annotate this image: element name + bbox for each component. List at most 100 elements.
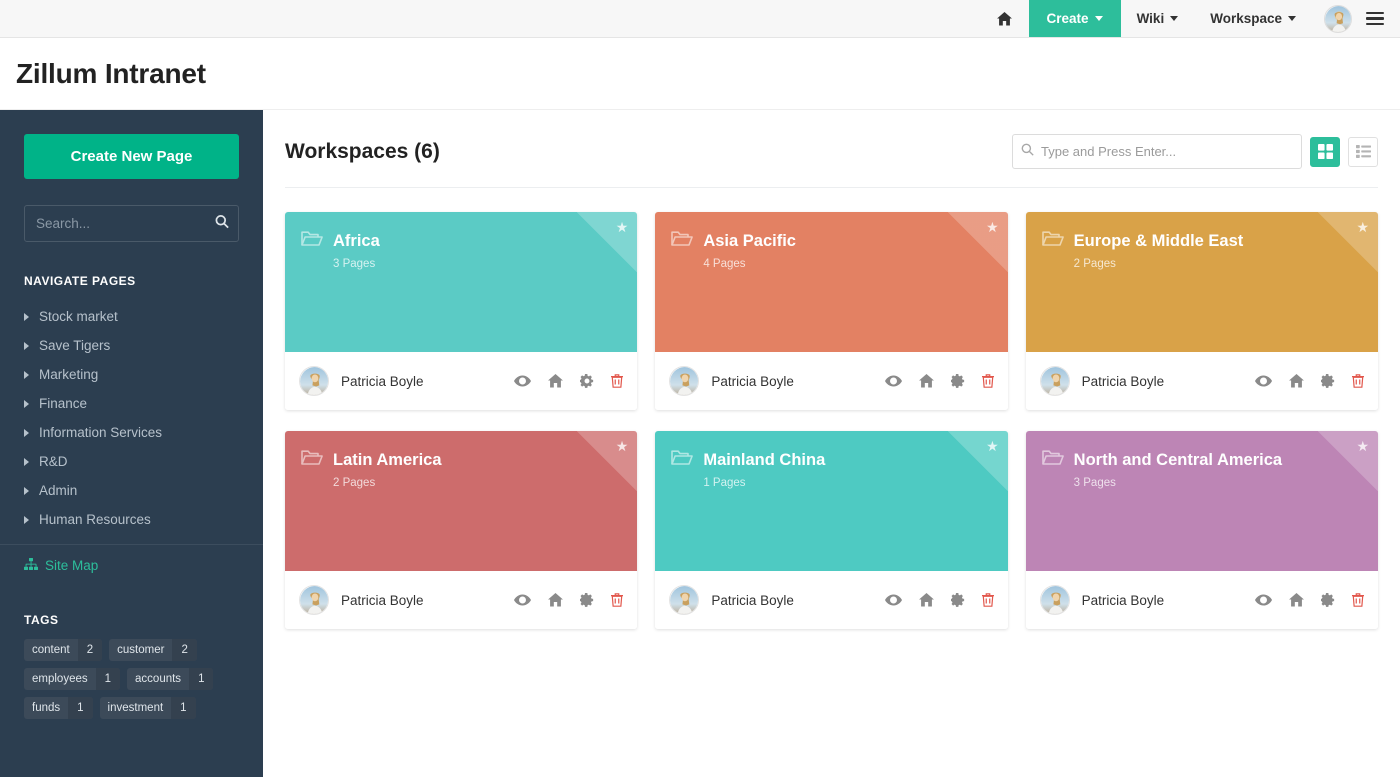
top-navigation-bar: Create Wiki Workspace (0, 0, 1400, 38)
tag-label: content (24, 639, 78, 661)
sidebar: Create New Page NAVIGATE PAGES Stock mar… (0, 110, 263, 777)
sidebar-item-admin[interactable]: Admin (24, 476, 239, 505)
delete-icon[interactable] (611, 374, 623, 388)
card-title-row: Mainland China (671, 449, 991, 471)
workspace-card[interactable]: ★ Africa 3 Pages (285, 212, 637, 410)
favorite-star-icon[interactable]: ★ (616, 439, 629, 453)
tag-count: 2 (78, 639, 102, 661)
site-header: Zillum Intranet (0, 38, 1400, 110)
favorite-star-icon[interactable]: ★ (1356, 439, 1369, 453)
chevron-right-icon (24, 342, 29, 350)
sidebar-search-input[interactable] (24, 205, 239, 242)
avatar-image (300, 586, 329, 615)
delete-icon[interactable] (982, 374, 994, 388)
favorite-star-icon[interactable]: ★ (1356, 220, 1369, 234)
favorite-star-icon[interactable]: ★ (616, 220, 629, 234)
delete-icon[interactable] (982, 593, 994, 607)
avatar (1040, 366, 1070, 396)
card-banner: ★ Latin America 2 Pages (285, 431, 637, 571)
card-actions (1255, 593, 1364, 607)
gear-icon[interactable] (951, 593, 965, 607)
sidebar-item-finance[interactable]: Finance (24, 389, 239, 418)
delete-icon[interactable] (1352, 593, 1364, 607)
workspaces-title: Workspaces (6) (285, 140, 440, 164)
card-title: Asia Pacific (703, 232, 796, 251)
favorite-star-icon[interactable]: ★ (986, 220, 999, 234)
sidebar-item-label: Information Services (39, 425, 162, 440)
home-icon[interactable] (548, 374, 563, 388)
tag-funds[interactable]: funds 1 (24, 697, 93, 719)
sidebar-item-information-services[interactable]: Information Services (24, 418, 239, 447)
home-icon[interactable] (919, 593, 934, 607)
page-title: Zillum Intranet (16, 58, 206, 90)
gear-icon[interactable] (580, 374, 594, 388)
tag-customer[interactable]: customer 2 (109, 639, 197, 661)
nav-wiki-menu[interactable]: Wiki (1121, 0, 1195, 37)
nav-home-button[interactable] (980, 0, 1029, 37)
card-page-count: 4 Pages (703, 258, 991, 270)
gear-icon[interactable] (1321, 374, 1335, 388)
card-owner-name: Patricia Boyle (341, 374, 424, 389)
create-new-page-button[interactable]: Create New Page (24, 134, 239, 179)
gear-icon[interactable] (951, 374, 965, 388)
card-page-count: 2 Pages (333, 477, 621, 489)
nav-workspace-menu[interactable]: Workspace (1194, 0, 1312, 37)
chevron-down-icon (1095, 16, 1103, 21)
sidebar-item-label: Stock market (39, 309, 118, 324)
sidebar-item-save-tigers[interactable]: Save Tigers (24, 331, 239, 360)
card-footer: Patricia Boyle (1026, 352, 1378, 410)
card-title: North and Central America (1074, 451, 1282, 470)
sidebar-item-label: Human Resources (39, 512, 151, 527)
view-icon[interactable] (1255, 594, 1272, 606)
home-icon[interactable] (1289, 593, 1304, 607)
nav-user-avatar[interactable] (1324, 5, 1352, 33)
avatar-image (670, 586, 699, 615)
view-icon[interactable] (885, 375, 902, 387)
view-icon[interactable] (1255, 375, 1272, 387)
sidebar-item-site-map[interactable]: Site Map (24, 545, 239, 573)
grid-view-button[interactable] (1310, 137, 1340, 167)
home-icon[interactable] (548, 593, 563, 607)
sidebar-item-rd[interactable]: R&D (24, 447, 239, 476)
nav-create-menu[interactable]: Create (1029, 0, 1121, 37)
workspace-card[interactable]: ★ North and Central America 3 Pages (1026, 431, 1378, 629)
home-icon[interactable] (1289, 374, 1304, 388)
tag-investment[interactable]: investment 1 (100, 697, 196, 719)
nav-menu-toggle[interactable] (1358, 0, 1400, 37)
chevron-right-icon (24, 371, 29, 379)
workspace-card[interactable]: ★ Latin America 2 Pages (285, 431, 637, 629)
card-title-row: Latin America (301, 449, 621, 471)
header-controls (1012, 134, 1378, 169)
home-icon[interactable] (919, 374, 934, 388)
workspace-card-grid: ★ Africa 3 Pages (285, 212, 1378, 629)
sidebar-item-human-resources[interactable]: Human Resources (24, 505, 239, 534)
view-icon[interactable] (885, 594, 902, 606)
tag-label: accounts (127, 668, 189, 690)
workspace-search-input[interactable] (1012, 134, 1302, 169)
sidebar-search (24, 205, 239, 242)
sidebar-item-marketing[interactable]: Marketing (24, 360, 239, 389)
tag-accounts[interactable]: accounts 1 (127, 668, 213, 690)
card-banner: ★ Mainland China 1 Pages (655, 431, 1007, 571)
tag-employees[interactable]: employees 1 (24, 668, 120, 690)
workspace-card[interactable]: ★ Mainland China 1 Pages (655, 431, 1007, 629)
card-actions (1255, 374, 1364, 388)
workspace-card[interactable]: ★ Asia Pacific 4 Pages (655, 212, 1007, 410)
grid-icon (1318, 144, 1333, 159)
favorite-star-icon[interactable]: ★ (986, 439, 999, 453)
chevron-right-icon (24, 313, 29, 321)
tag-label: employees (24, 668, 96, 690)
delete-icon[interactable] (611, 593, 623, 607)
tag-content[interactable]: content 2 (24, 639, 102, 661)
view-icon[interactable] (514, 375, 531, 387)
workspace-card[interactable]: ★ Europe & Middle East 2 Pages (1026, 212, 1378, 410)
card-owner-name: Patricia Boyle (1082, 374, 1165, 389)
gear-icon[interactable] (1321, 593, 1335, 607)
delete-icon[interactable] (1352, 374, 1364, 388)
sidebar-item-stock-market[interactable]: Stock market (24, 302, 239, 331)
gear-icon[interactable] (580, 593, 594, 607)
workspace-search (1012, 134, 1302, 169)
view-icon[interactable] (514, 594, 531, 606)
card-actions (885, 374, 994, 388)
list-view-button[interactable] (1348, 137, 1378, 167)
